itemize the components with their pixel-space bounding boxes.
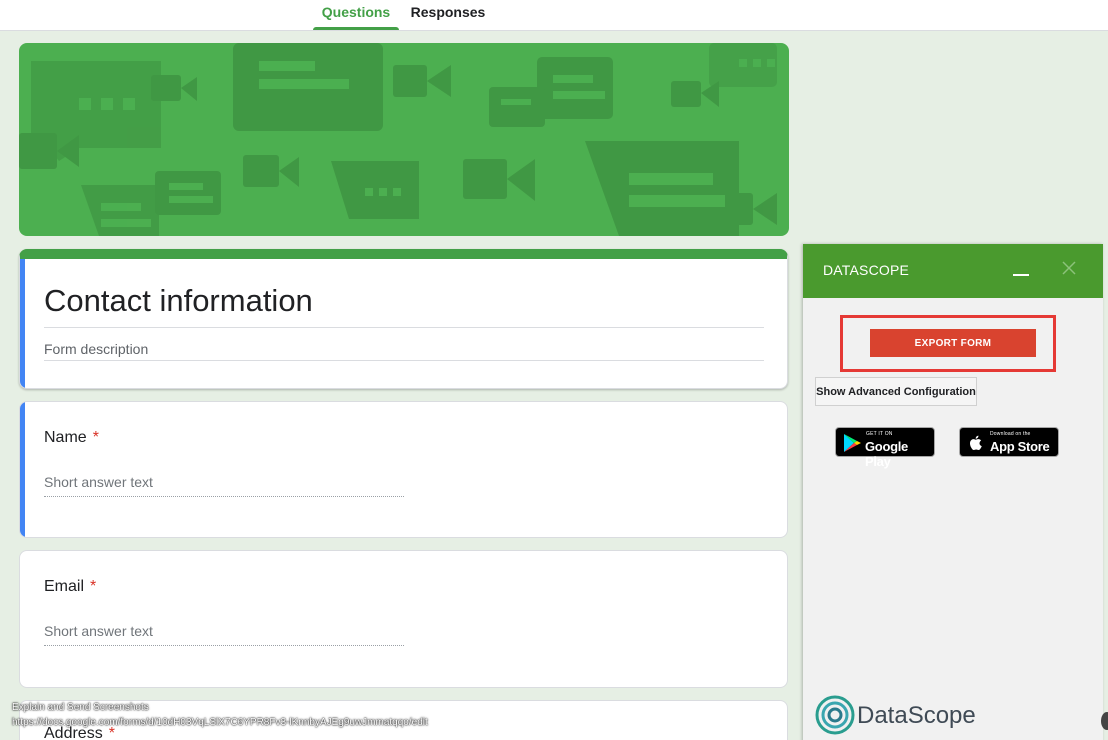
question-card-name[interactable]: Name * Short answer text — [19, 401, 788, 538]
minimize-icon[interactable] — [1013, 274, 1029, 276]
tab-questions[interactable]: Questions — [313, 0, 399, 30]
form-header-image — [19, 43, 789, 236]
form-title[interactable]: Contact information — [44, 283, 313, 319]
show-advanced-configuration-button[interactable]: Show Advanced Configuration — [815, 377, 977, 406]
form-title-card[interactable]: Contact information Form description — [19, 249, 788, 389]
app-store-text: App Store — [990, 439, 1050, 454]
tab-responses[interactable]: Responses — [402, 0, 494, 30]
datascope-logo-icon — [815, 695, 855, 735]
close-icon[interactable] — [1061, 260, 1077, 276]
overlay-url: https://docs.google.com/forms/d/10dH03Vq… — [12, 717, 428, 728]
question-label: Email — [44, 578, 85, 595]
export-form-button[interactable]: EXPORT FORM — [870, 329, 1036, 357]
apple-icon — [969, 435, 982, 451]
status-overlay: Explain and Send Screenshots https://doc… — [12, 700, 428, 730]
top-tab-bar: Questions Responses — [0, 0, 1108, 31]
title-underline — [44, 327, 764, 328]
google-play-icon — [844, 434, 861, 452]
short-answer-placeholder: Short answer text — [44, 623, 404, 646]
app-store-small-text: Download on the — [990, 431, 1031, 437]
required-asterisk: * — [90, 578, 97, 595]
description-underline — [44, 360, 764, 361]
chat-video-pattern — [19, 43, 777, 236]
datascope-brand-name: DataScope — [857, 702, 976, 729]
form-description-field[interactable]: Form description — [44, 341, 148, 357]
panel-title: DATASCOPE — [823, 262, 910, 278]
overlay-line-1: Explain and Send Screenshots — [12, 702, 149, 713]
datascope-panel: DATASCOPE EXPORT FORM Show Advanced Conf… — [803, 244, 1103, 740]
question-label: Name — [44, 429, 87, 446]
app-store-badge[interactable]: Download on the App Store — [959, 427, 1059, 457]
question-card-email[interactable]: Email * Short answer text — [19, 550, 788, 688]
question-title: Name * — [44, 429, 99, 447]
google-play-badge[interactable]: GET IT ON Google Play — [835, 427, 935, 469]
panel-header: DATASCOPE — [803, 244, 1103, 298]
question-title: Email * — [44, 578, 96, 596]
scroll-handle[interactable] — [1101, 712, 1108, 730]
required-asterisk: * — [92, 429, 99, 446]
google-play-small-text: GET IT ON — [866, 431, 893, 437]
short-answer-placeholder: Short answer text — [44, 474, 404, 497]
google-play-text: Google Play — [865, 439, 908, 469]
